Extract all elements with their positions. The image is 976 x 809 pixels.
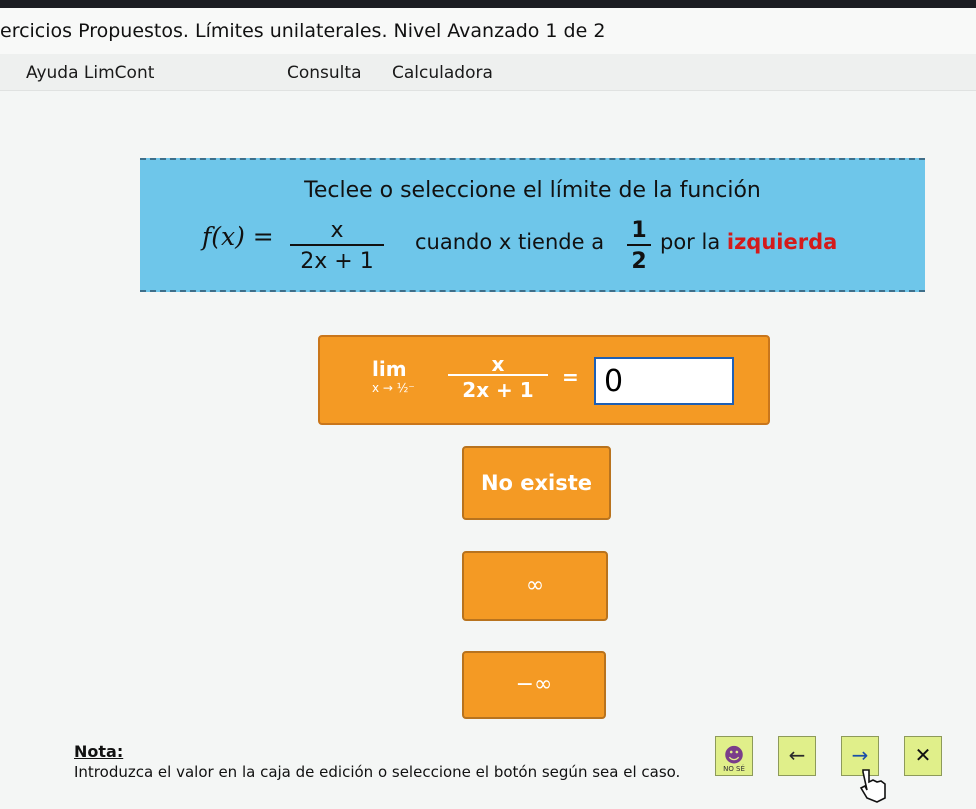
direction-prefix: por la [660,230,721,254]
fraction-numerator: x [330,218,344,243]
help-label: NO SÉ [723,765,745,773]
answer-box[interactable] [594,357,734,405]
infinity-button[interactable]: ∞ [462,551,608,621]
menu-calculadora[interactable]: Calculadora [392,63,493,83]
arrow-left-icon: ← [788,743,806,767]
limit-numerator: x [491,352,505,376]
hand-cursor-icon [859,769,886,803]
window-title: ercicios Propuestos. Límites unilaterale… [0,20,606,42]
answer-input[interactable] [596,359,732,403]
approach-denominator: 2 [631,249,647,274]
help-button[interactable]: ☻ NO SÉ [715,736,753,776]
direction-word: izquierda [726,230,838,254]
close-button[interactable]: ✕ [904,736,942,776]
approach-numerator: 1 [631,218,647,243]
negative-infinity-button[interactable]: −∞ [462,651,606,719]
direction-text: por la izquierda [660,230,837,254]
limit-notation: lim x → ½⁻ [372,357,415,395]
title-bar: ercicios Propuestos. Límites unilaterale… [0,8,976,54]
question-panel: Teclee o seleccione el límite de la func… [140,158,925,292]
approach-fraction: 1 2 [627,218,651,274]
note-title: Nota: [74,742,124,761]
fraction-denominator: 2x + 1 [300,249,374,274]
note-text: Introduzca el valor en la caja de edició… [74,763,681,781]
function-fraction: x 2x + 1 [290,218,384,274]
limit-subscript: x → ½⁻ [372,381,415,395]
arrow-right-icon: → [851,743,869,767]
answer-panel: lim x → ½⁻ x 2x + 1 = [318,335,770,425]
equals-sign: = [562,365,579,389]
app-window: ercicios Propuestos. Límites unilaterale… [0,8,976,809]
menu-bar: Ayuda LimCont Consulta Calculadora [0,54,976,91]
question-text: Teclee o seleccione el límite de la func… [304,178,761,203]
back-button[interactable]: ← [778,736,816,776]
limit-word: lim [372,357,407,381]
limit-fraction: x 2x + 1 [448,352,548,402]
approach-text: cuando x tiende a [415,230,605,254]
help-face-icon: ☻ [723,743,745,767]
no-existe-button[interactable]: No existe [462,446,611,520]
menu-consulta[interactable]: Consulta [287,63,361,83]
close-icon: ✕ [914,743,932,767]
function-label: f(x) = [202,222,274,251]
menu-ayuda[interactable]: Ayuda LimCont [26,63,154,83]
limit-denominator: 2x + 1 [462,378,534,402]
